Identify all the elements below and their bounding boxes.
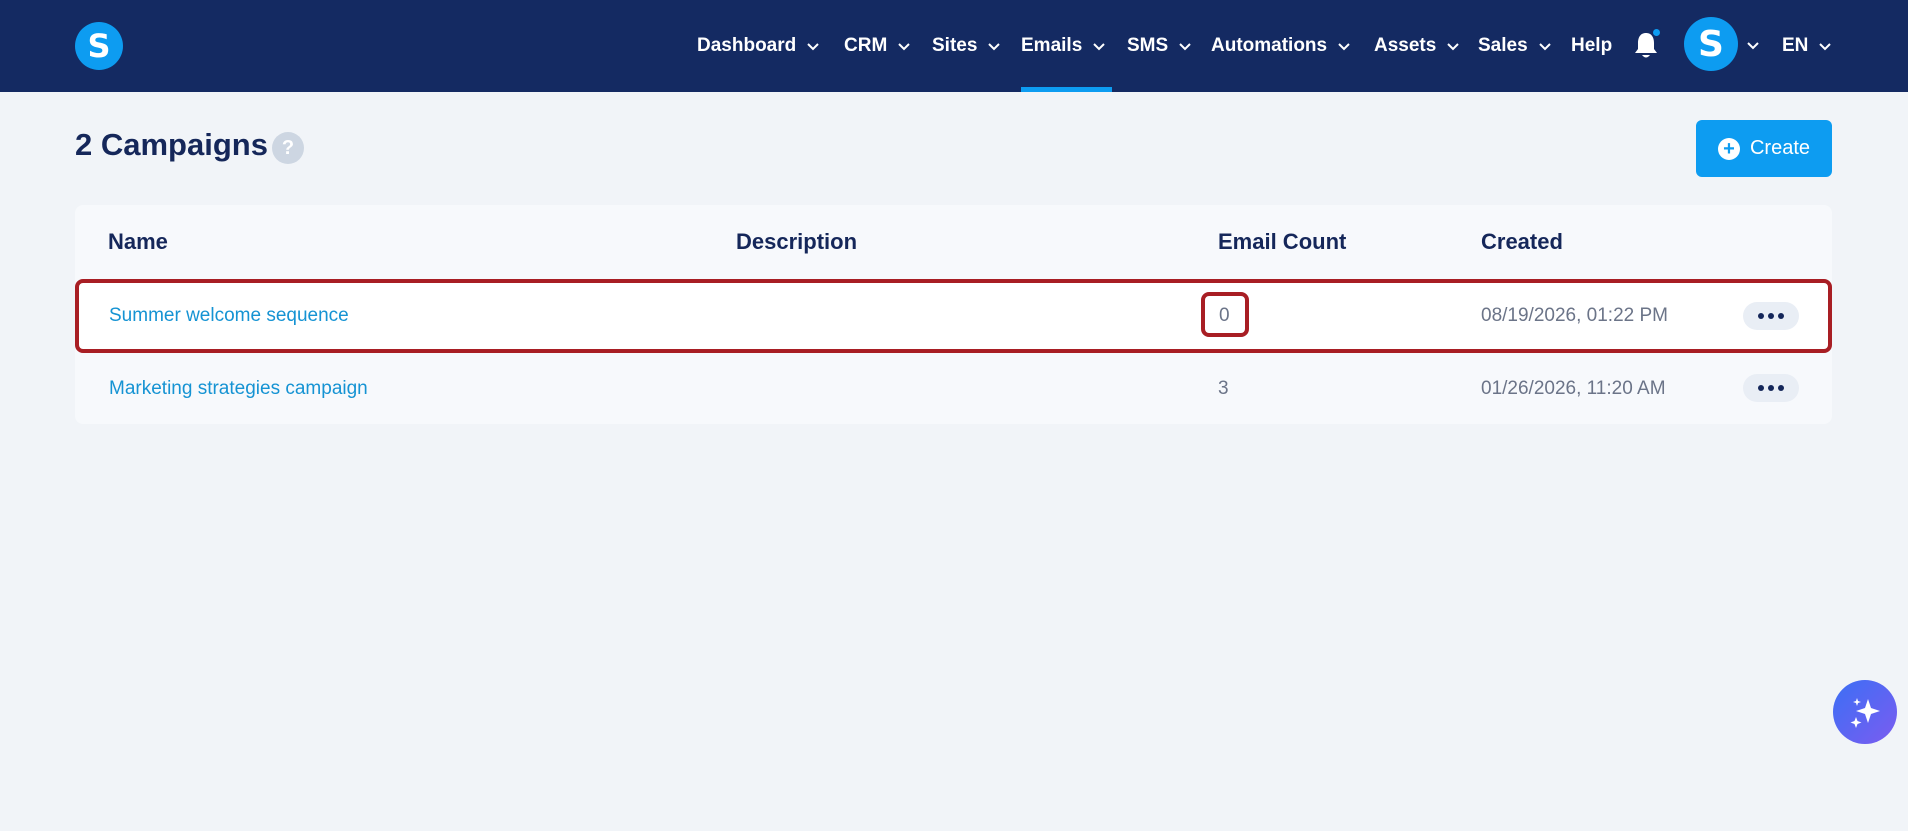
help-icon[interactable]: ? <box>272 132 304 164</box>
more-dots-icon[interactable] <box>1743 302 1799 330</box>
campaign-name-link[interactable]: Summer welcome sequence <box>109 305 349 327</box>
nav-emails-label: Emails <box>1021 35 1083 56</box>
chevron-down-icon <box>1819 43 1832 51</box>
nav-sales-label: Sales <box>1478 35 1528 56</box>
nav-sites[interactable]: Sites <box>932 0 1001 92</box>
nav-dashboard-label: Dashboard <box>697 35 797 56</box>
chevron-down-icon <box>1447 43 1460 51</box>
chevron-down-icon <box>898 43 910 51</box>
nav-sites-label: Sites <box>932 35 978 56</box>
ai-assistant-button[interactable] <box>1833 680 1897 744</box>
language-selector[interactable]: EN <box>1782 0 1832 92</box>
chevron-down-icon <box>988 43 1001 51</box>
created-date: 01/26/2026, 11:20 AM <box>1481 378 1666 399</box>
avatar-letter: S <box>1698 23 1724 65</box>
logo-letter: S <box>87 27 111 65</box>
chevron-down-icon <box>1538 43 1551 51</box>
nav-automations-label: Automations <box>1211 35 1328 56</box>
chevron-down-icon <box>1338 43 1350 51</box>
top-nav: S Dashboard CRM Sites Emails SMS Automat… <box>0 0 1908 92</box>
nav-crm-label: CRM <box>844 35 888 56</box>
create-button-label: Create <box>1749 137 1811 159</box>
page-title: 2 Campaigns <box>75 127 268 162</box>
chevron-down-icon <box>807 43 819 51</box>
email-count: 0 <box>1219 305 1230 326</box>
nav-automations[interactable]: Automations <box>1211 0 1351 92</box>
nav-sales[interactable]: Sales <box>1478 0 1552 92</box>
chevron-down-icon <box>1179 43 1191 51</box>
nav-assets-label: Assets <box>1374 35 1437 56</box>
nav-sms-label: SMS <box>1127 35 1169 56</box>
more-dots-icon[interactable] <box>1743 374 1799 402</box>
campaign-name-link[interactable]: Marketing strategies campaign <box>109 378 368 400</box>
help-glyph: ? <box>281 136 295 159</box>
created-date: 08/19/2026, 01:22 PM <box>1481 305 1668 326</box>
nav-help-label: Help <box>1571 35 1613 56</box>
nav-assets[interactable]: Assets <box>1374 0 1460 92</box>
language-label: EN <box>1782 35 1809 56</box>
nav-sms[interactable]: SMS <box>1127 0 1192 92</box>
nav-help[interactable]: Help <box>1571 0 1612 92</box>
nav-emails[interactable]: Emails <box>1021 0 1113 92</box>
nav-crm[interactable]: CRM <box>844 0 911 92</box>
notification-dot <box>1651 27 1662 38</box>
brand-logo[interactable]: S <box>75 22 123 70</box>
chevron-down-icon <box>1093 43 1105 51</box>
column-header-email-count[interactable]: Email Count <box>1218 229 1346 255</box>
column-header-name[interactable]: Name <box>108 229 168 255</box>
nav-dashboard[interactable]: Dashboard <box>697 0 820 92</box>
column-header-description[interactable]: Description <box>736 229 857 255</box>
email-count: 3 <box>1218 378 1229 399</box>
plus-circle-icon: + <box>1717 137 1740 160</box>
sparkle-icon <box>1850 698 1880 728</box>
avatar[interactable]: S <box>1684 17 1738 71</box>
chevron-down-icon[interactable] <box>1746 38 1760 52</box>
create-button[interactable]: + Create <box>1696 120 1832 177</box>
column-header-created[interactable]: Created <box>1481 229 1563 255</box>
